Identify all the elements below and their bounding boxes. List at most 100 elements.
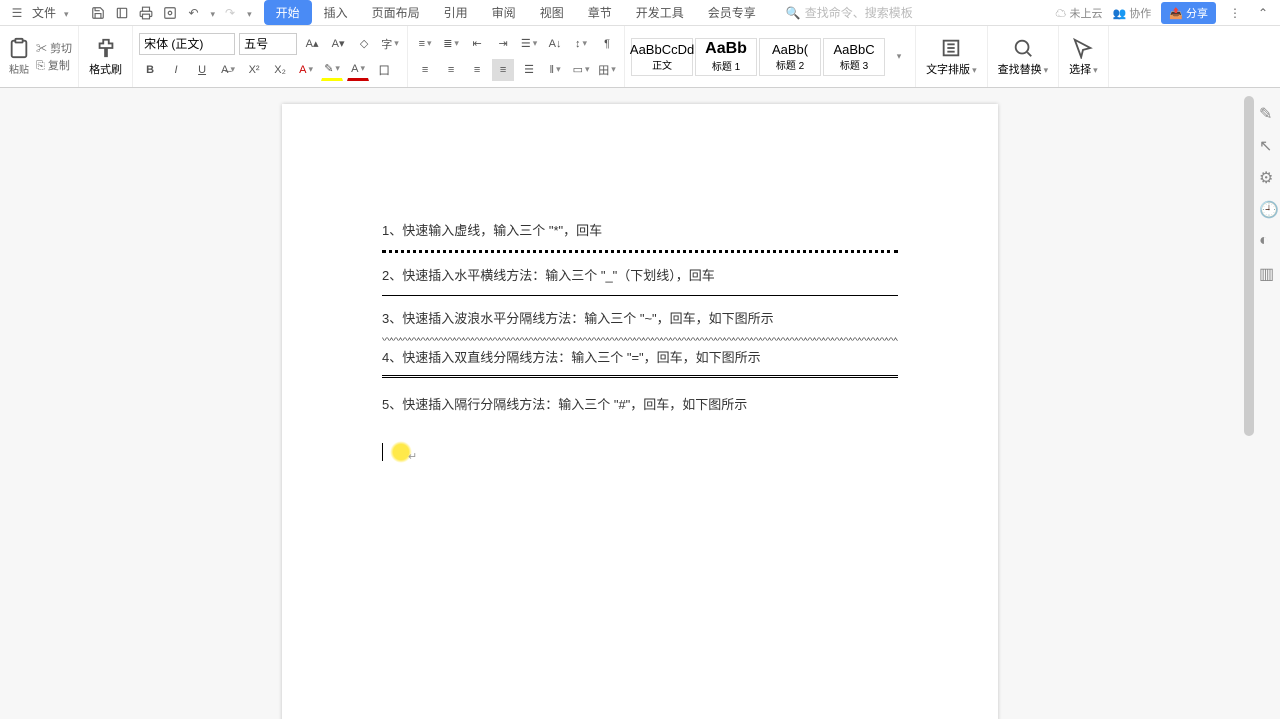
file-menu-dropdown[interactable] [62, 6, 69, 20]
style-heading3[interactable]: AaBbC标题 3 [823, 38, 885, 76]
style-heading2[interactable]: AaBb(标题 2 [759, 38, 821, 76]
strikethrough-icon[interactable]: A̶ [217, 59, 239, 81]
superscript-icon[interactable]: X² [243, 59, 265, 81]
history-tool-icon[interactable]: 🕘 [1259, 200, 1277, 218]
cloud-status[interactable]: ☁ 未上云 [1055, 5, 1102, 21]
doc-line-1: 1、快速输入虚线，输入三个 "*"，回车 [382, 214, 898, 248]
cut-button[interactable]: ✂ 剪切 [36, 40, 72, 56]
find-replace-button[interactable]: 查找替换 [988, 26, 1060, 87]
sort-icon[interactable]: A↓ [544, 33, 566, 55]
ribbon: 粘贴 ✂ 剪切 ⎘ 复制 格式刷 A▴ A▾ ◇ 字 B I U A̶ X² X… [0, 26, 1280, 88]
grow-font-icon[interactable]: A▴ [301, 33, 323, 55]
italic-icon[interactable]: I [165, 59, 187, 81]
more-icon[interactable]: ⋮ [1226, 4, 1244, 22]
numbering-icon[interactable]: ≣ [440, 33, 462, 55]
borders-icon[interactable]: 田 [596, 59, 618, 81]
font-name-select[interactable] [139, 33, 235, 55]
change-case-icon[interactable]: 字 [379, 33, 401, 55]
doc-line-5: 5、快速插入隔行分隔线方法：输入三个 "#"，回车，如下图所示 [382, 388, 898, 422]
text-layout-button[interactable]: 文字排版 [916, 26, 988, 87]
font-color-icon[interactable]: A [347, 59, 369, 81]
settings-tool-icon[interactable]: ⚙ [1259, 168, 1277, 186]
edit-tool-icon[interactable]: ✎ [1259, 104, 1277, 122]
redo-icon[interactable]: ↷ [221, 4, 239, 22]
text-layout-label: 文字排版 [926, 61, 977, 77]
bullets-icon[interactable]: ≡ [414, 33, 436, 55]
line-spacing-icon[interactable]: ‖ [544, 59, 566, 81]
save-icon[interactable] [89, 4, 107, 22]
align-justify-icon[interactable]: ≡ [492, 59, 514, 81]
doc-line-4: 4、快速插入双直线分隔线方法：输入三个 "="，回车，如下图所示 [382, 341, 898, 375]
asian-layout-icon[interactable]: ☰ [518, 33, 540, 55]
select-label: 选择 [1069, 61, 1098, 77]
tab-insert[interactable]: 插入 [312, 0, 360, 25]
select-tool-icon[interactable]: ↖ [1259, 136, 1277, 154]
show-marks-icon[interactable]: ¶ [596, 33, 618, 55]
select-button[interactable]: 选择 [1059, 26, 1109, 87]
app-menu-icon[interactable]: ☰ [8, 4, 26, 22]
preview-icon[interactable] [161, 4, 179, 22]
clear-format-icon[interactable]: ◇ [353, 33, 375, 55]
share-button[interactable]: 📤 分享 [1161, 2, 1216, 24]
bold-icon[interactable]: B [139, 59, 161, 81]
text-effect-icon[interactable]: A [295, 59, 317, 81]
command-search[interactable]: 🔍 查找命令、搜索模板 [786, 4, 913, 21]
redo-dropdown[interactable] [245, 6, 252, 20]
underline-icon[interactable]: U [191, 59, 213, 81]
separator-double [382, 375, 898, 378]
tab-pagelayout[interactable]: 页面布局 [360, 0, 432, 25]
document-page[interactable]: 1、快速输入虚线，输入三个 "*"，回车 2、快速插入水平横线方法：输入三个 "… [282, 104, 998, 719]
char-border-icon[interactable]: 囗 [373, 59, 395, 81]
collab-button[interactable]: 👥 协作 [1112, 5, 1151, 21]
indent-left-icon[interactable]: ⇤ [466, 33, 488, 55]
doc-line-2: 2、快速插入水平横线方法：输入三个 "_"（下划线），回车 [382, 259, 898, 293]
align-center-icon[interactable]: ≡ [440, 59, 462, 81]
format-brush-button[interactable]: 格式刷 [79, 26, 133, 87]
tab-review[interactable]: 审阅 [480, 0, 528, 25]
tab-start[interactable]: 开始 [264, 0, 312, 25]
tab-view[interactable]: 视图 [528, 0, 576, 25]
tab-reference[interactable]: 引用 [432, 0, 480, 25]
separator-dotted [382, 250, 898, 253]
paste-button[interactable]: 粘贴 [6, 37, 32, 76]
line-spacing-top-icon[interactable]: ↕ [570, 33, 592, 55]
styles-more-icon[interactable] [887, 46, 909, 68]
indent-right-icon[interactable]: ⇥ [492, 33, 514, 55]
help-tool-icon[interactable]: ◐ [1259, 232, 1277, 250]
align-right-icon[interactable]: ≡ [466, 59, 488, 81]
clipboard-group: 粘贴 ✂ 剪切 ⎘ 复制 [0, 26, 79, 87]
tab-member[interactable]: 会员专享 [696, 0, 768, 25]
styles-group: AaBbCcDd正文 AaBb标题 1 AaBb(标题 2 AaBbC标题 3 [625, 26, 916, 87]
tab-devtools[interactable]: 开发工具 [624, 0, 696, 25]
font-size-select[interactable] [239, 33, 297, 55]
tab-section[interactable]: 章节 [576, 0, 624, 25]
style-normal[interactable]: AaBbCcDd正文 [631, 38, 693, 76]
subscript-icon[interactable]: X₂ [269, 59, 291, 81]
align-left-icon[interactable]: ≡ [414, 59, 436, 81]
panel-tool-icon[interactable]: ▥ [1259, 264, 1277, 282]
workspace: 1、快速输入虚线，输入三个 "*"，回车 2、快速插入水平横线方法：输入三个 "… [0, 88, 1280, 719]
undo-icon[interactable]: ↶ [185, 4, 203, 22]
text-caret [382, 443, 383, 461]
search-icon: 🔍 [786, 6, 801, 20]
style-heading1[interactable]: AaBb标题 1 [695, 38, 757, 76]
paste-label: 粘贴 [9, 61, 29, 76]
side-toolbar: ✎ ↖ ⚙ 🕘 ◐ ▥ [1256, 88, 1280, 282]
vertical-scrollbar[interactable] [1244, 96, 1254, 436]
copy-button[interactable]: ⎘ 复制 [36, 57, 72, 73]
shading-icon[interactable]: ▭ [570, 59, 592, 81]
file-menu[interactable]: 文件 [32, 4, 56, 21]
doc-line-3: 3、快速插入波浪水平分隔线方法：输入三个 "~"，回车，如下图所示 [382, 302, 898, 336]
collapse-ribbon-icon[interactable]: ⌃ [1254, 4, 1272, 22]
scrollbar-thumb[interactable] [1244, 96, 1254, 436]
undo-dropdown[interactable] [209, 6, 216, 20]
shrink-font-icon[interactable]: A▾ [327, 33, 349, 55]
print-preview-icon[interactable] [113, 4, 131, 22]
highlight-icon[interactable]: ✎ [321, 59, 343, 81]
menubar: ☰ 文件 ↶ ↷ 开始 插入 页面布局 引用 审阅 视图 章节 开发工具 会员专… [0, 0, 1280, 26]
format-brush-label: 格式刷 [89, 61, 122, 77]
separator-solid [382, 295, 898, 296]
find-replace-label: 查找替换 [998, 61, 1049, 77]
align-distribute-icon[interactable]: ☰ [518, 59, 540, 81]
print-icon[interactable] [137, 4, 155, 22]
